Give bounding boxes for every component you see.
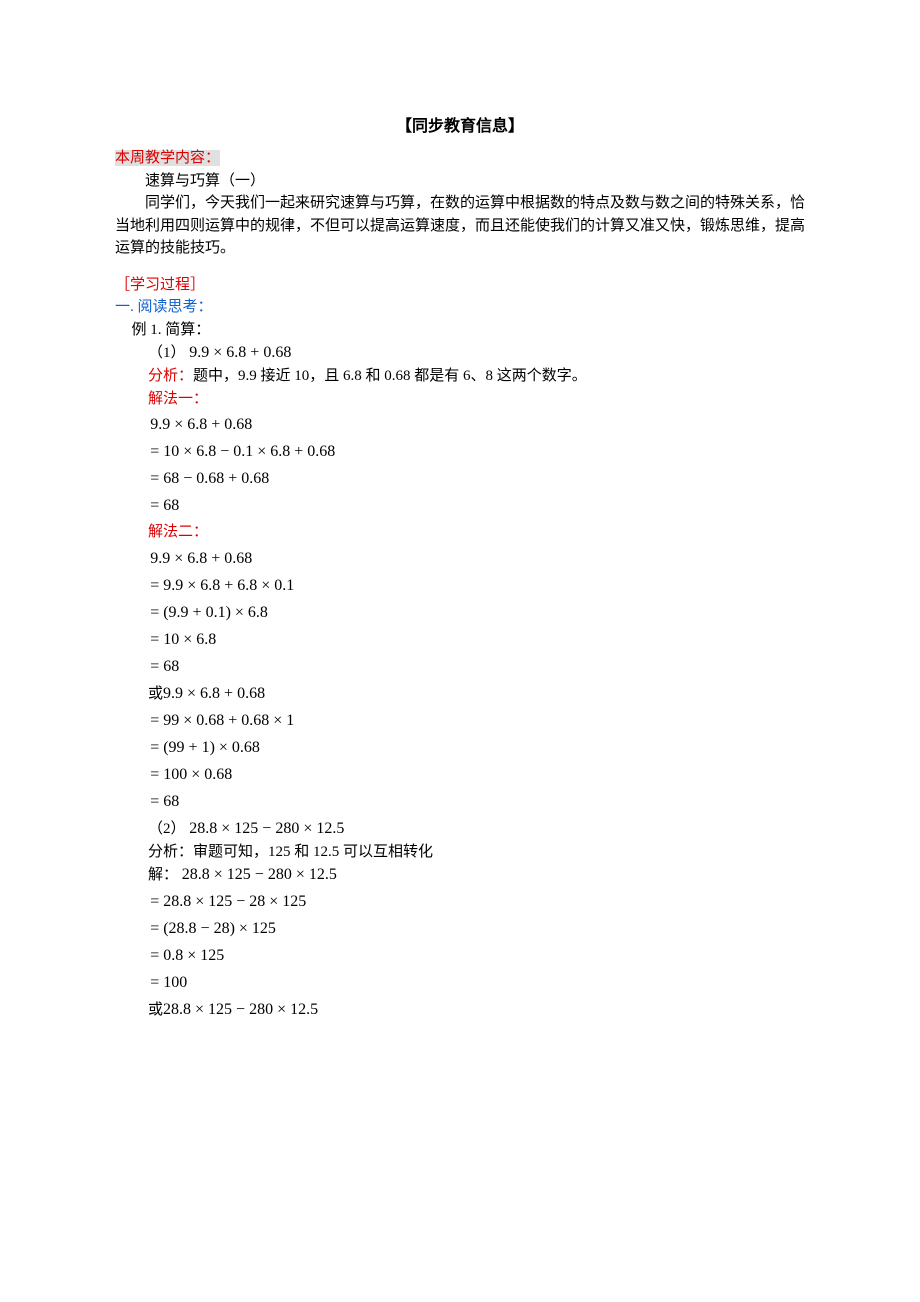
or-line-1: 或9.9 × 6.8 + 0.68 bbox=[115, 682, 805, 706]
or-label-2: 或 bbox=[148, 1002, 163, 1018]
or-label-1: 或 bbox=[148, 686, 163, 702]
subproblem-1-expression: 9.9 × 6.8 + 0.68 bbox=[189, 344, 291, 361]
s2b-line-1: 28.8 × 125 − 280 × 12.5 bbox=[163, 1001, 318, 1018]
s2-line-3: = 0.8 × 125 bbox=[115, 944, 805, 968]
subproblem-2-expression: 28.8 × 125 − 280 × 12.5 bbox=[189, 820, 344, 837]
s2-line-2: = (28.8 − 28) × 125 bbox=[115, 917, 805, 941]
m2-line-5: = 68 bbox=[115, 655, 805, 679]
m2-line-3: = (9.9 + 0.1) × 6.8 bbox=[115, 601, 805, 625]
example-1-label: 例 1. 简算： bbox=[115, 319, 805, 342]
analysis-2-line: 分析：审题可知，125 和 12.5 可以互相转化 bbox=[115, 841, 805, 864]
analysis-label: 分析： bbox=[148, 368, 193, 384]
subproblem-1-label: （1） bbox=[148, 345, 186, 361]
s2-line-4: = 100 bbox=[115, 971, 805, 995]
m1-line-2: = 10 × 6.8 − 0.1 × 6.8 + 0.68 bbox=[115, 440, 805, 464]
m1-line-1: 9.9 × 6.8 + 0.68 bbox=[115, 413, 805, 437]
m2b-line-5: = 68 bbox=[115, 790, 805, 814]
or-line-2: 或28.8 × 125 − 280 × 12.5 bbox=[115, 998, 805, 1022]
solve-line: 解： 28.8 × 125 − 280 × 12.5 bbox=[115, 863, 805, 887]
content-label: 本周教学内容： bbox=[115, 150, 220, 166]
method-2-label: 解法二： bbox=[115, 521, 805, 544]
content-label-line: 本周教学内容： bbox=[115, 147, 805, 170]
m2b-line-1: 9.9 × 6.8 + 0.68 bbox=[163, 685, 265, 702]
solve-expression: 28.8 × 125 − 280 × 12.5 bbox=[182, 866, 337, 883]
method-1-label: 解法一： bbox=[115, 388, 805, 411]
m2b-line-4: = 100 × 0.68 bbox=[115, 763, 805, 787]
topic-line: 速算与巧算（一） bbox=[115, 170, 805, 193]
m1-line-3: = 68 − 0.68 + 0.68 bbox=[115, 467, 805, 491]
process-label: ［学习过程］ bbox=[115, 274, 805, 297]
solve-label: 解： bbox=[148, 867, 178, 883]
subproblem-2-label: （2） bbox=[148, 821, 186, 837]
document-page: 【同步教育信息】 本周教学内容： 速算与巧算（一） 同学们，今天我们一起来研究速… bbox=[0, 0, 920, 1082]
analysis-1-line: 分析：题中，9.9 接近 10，且 6.8 和 0.68 都是有 6、8 这两个… bbox=[115, 365, 805, 388]
analysis-1-text: 题中，9.9 接近 10，且 6.8 和 0.68 都是有 6、8 这两个数字。 bbox=[193, 368, 587, 384]
m2-line-1: 9.9 × 6.8 + 0.68 bbox=[115, 547, 805, 571]
subproblem-1: （1） 9.9 × 6.8 + 0.68 bbox=[115, 341, 805, 365]
s2-line-1: = 28.8 × 125 − 28 × 125 bbox=[115, 890, 805, 914]
m2b-line-3: = (99 + 1) × 0.68 bbox=[115, 736, 805, 760]
section-a-heading: 一. 阅读思考： bbox=[115, 296, 805, 319]
intro-paragraph: 同学们，今天我们一起来研究速算与巧算，在数的运算中根据数的特点及数与数之间的特殊… bbox=[115, 192, 805, 260]
m2-line-4: = 10 × 6.8 bbox=[115, 628, 805, 652]
page-title: 【同步教育信息】 bbox=[115, 115, 805, 139]
m2-line-2: = 9.9 × 6.8 + 6.8 × 0.1 bbox=[115, 574, 805, 598]
subproblem-2: （2） 28.8 × 125 − 280 × 12.5 bbox=[115, 817, 805, 841]
m1-line-4: = 68 bbox=[115, 494, 805, 518]
m2b-line-2: = 99 × 0.68 + 0.68 × 1 bbox=[115, 709, 805, 733]
